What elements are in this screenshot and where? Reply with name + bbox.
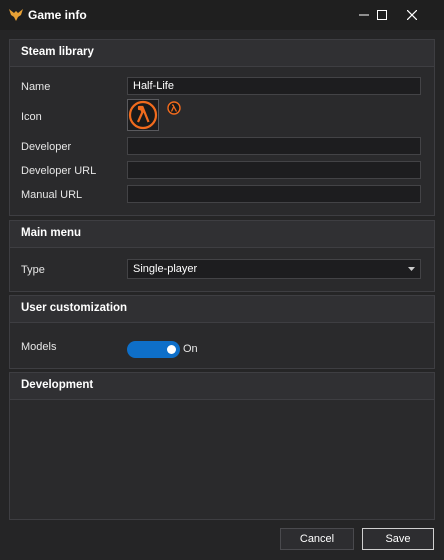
game-icon-large[interactable]	[127, 99, 159, 131]
name-input[interactable]: Half-Life	[127, 77, 421, 95]
models-toggle[interactable]	[127, 341, 180, 358]
type-dropdown[interactable]: Single-player	[127, 259, 421, 279]
developer-label: Developer	[21, 141, 72, 153]
cancel-button[interactable]: Cancel	[280, 528, 354, 550]
chevron-down-icon	[408, 267, 415, 271]
type-value: Single-player	[133, 263, 198, 275]
main-menu-panel: Main menu Type Single-player	[9, 220, 435, 292]
close-icon	[407, 10, 417, 20]
close-button[interactable]	[396, 0, 428, 30]
models-label: Models	[21, 341, 57, 353]
user-customization-header: User customization	[10, 296, 434, 323]
toggle-knob	[167, 345, 176, 354]
halflife-lambda-icon-small[interactable]	[167, 101, 181, 115]
title-bar: Game info	[0, 0, 444, 30]
maximize-icon	[377, 10, 387, 20]
manual-url-label: Manual URL	[21, 189, 83, 201]
section-title: Main menu	[21, 227, 82, 239]
developer-input[interactable]	[127, 137, 421, 155]
maximize-button[interactable]	[366, 0, 398, 30]
main-menu-header: Main menu	[10, 221, 434, 248]
developer-url-input[interactable]	[127, 161, 421, 179]
developer-url-label: Developer URL	[21, 165, 97, 177]
section-title: User customization	[21, 302, 128, 314]
halflife-lambda-icon	[128, 100, 158, 130]
save-button[interactable]: Save	[362, 528, 434, 550]
manual-url-input[interactable]	[127, 185, 421, 203]
steam-library-header: Steam library	[10, 40, 434, 67]
steam-library-panel: Steam library Name Half-Life Icon Develo…	[9, 39, 435, 216]
icon-label: Icon	[21, 111, 42, 123]
development-header: Development	[10, 373, 434, 400]
user-customization-panel: User customization Models On	[9, 295, 435, 369]
models-toggle-state: On	[183, 343, 198, 355]
name-label: Name	[21, 81, 51, 93]
type-label: Type	[21, 264, 45, 276]
development-panel: Development	[9, 372, 435, 520]
section-title: Development	[21, 379, 94, 391]
section-title: Steam library	[21, 46, 94, 58]
app-logo-icon	[9, 9, 23, 21]
window-title: Game info	[28, 8, 87, 22]
